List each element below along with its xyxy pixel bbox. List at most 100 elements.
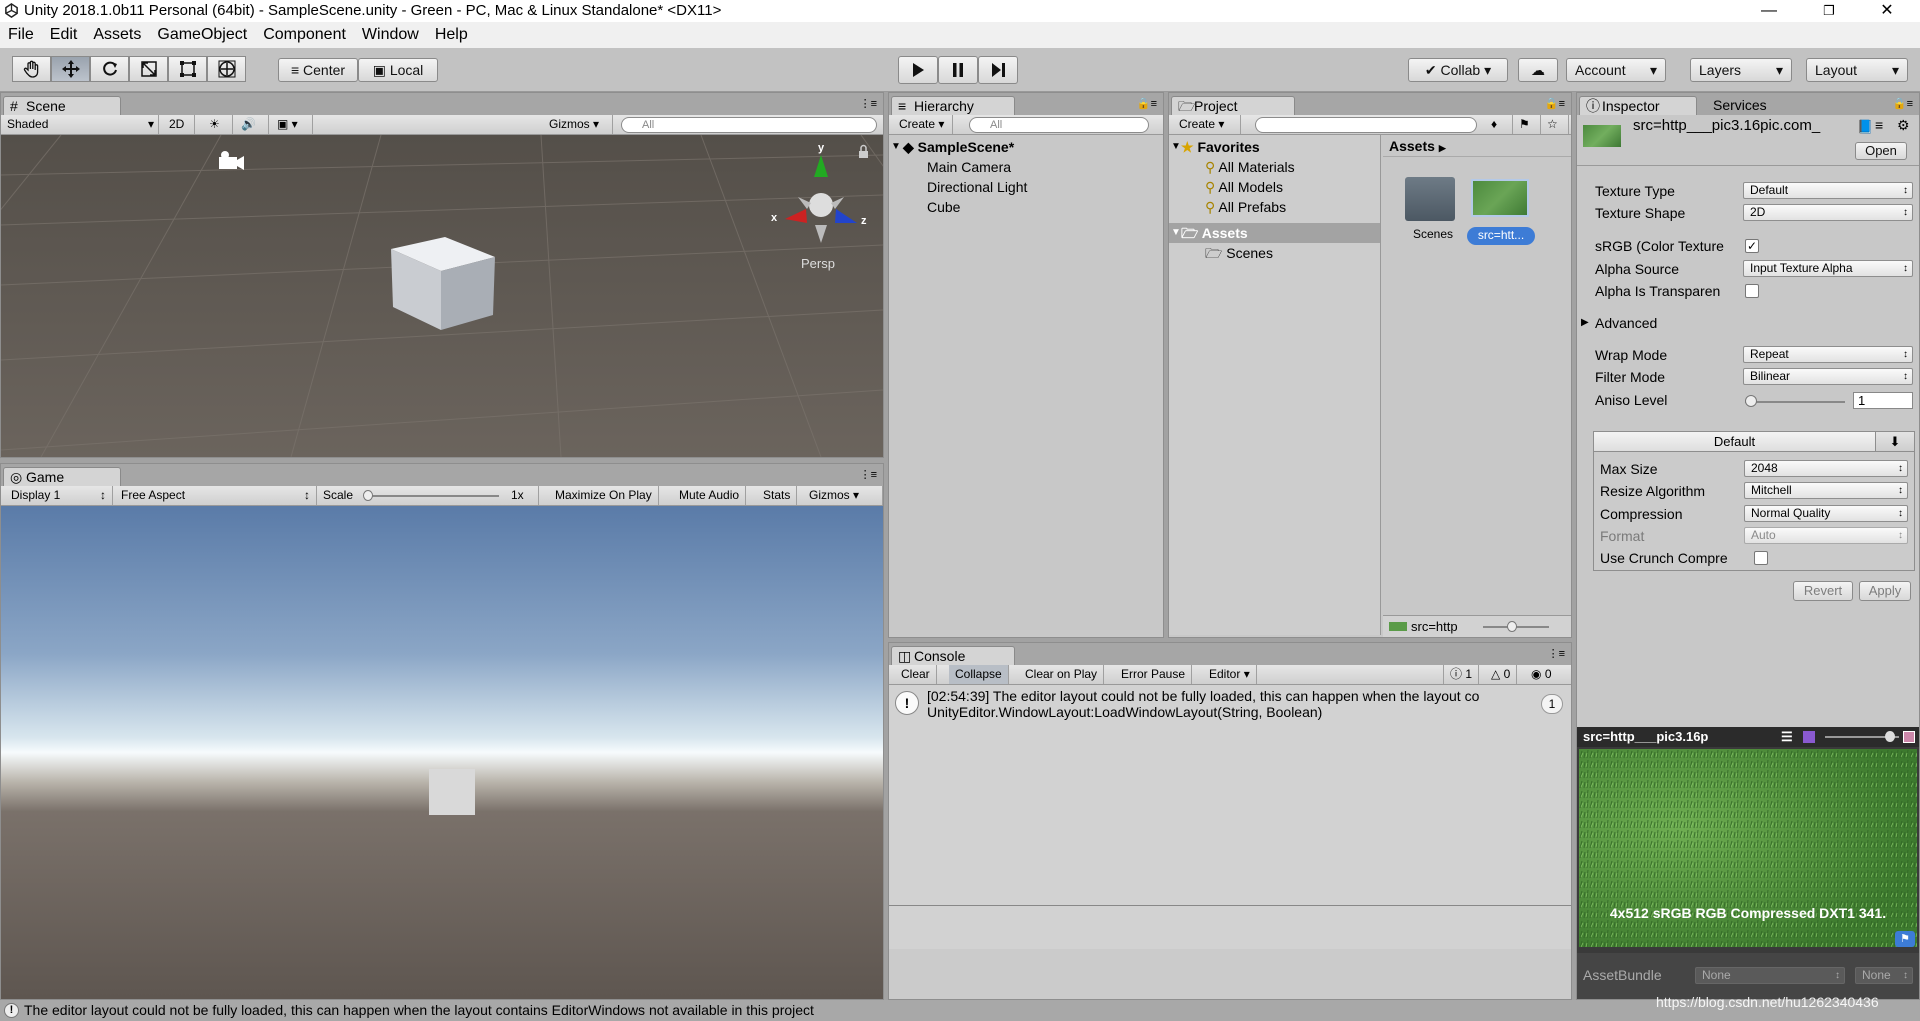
gear-icon[interactable]: ⚙ (1897, 117, 1910, 134)
platform-default-tab[interactable]: Default (1594, 432, 1876, 452)
preview-menu-icon[interactable]: ☰ (1781, 727, 1793, 747)
favorites-item[interactable]: ▼ ★ Favorites (1169, 137, 1380, 157)
texture-shape-dropdown[interactable]: 2D (1743, 204, 1913, 221)
status-bar[interactable]: ! The editor layout could not be fully l… (0, 1000, 1920, 1021)
panel-menu-icon[interactable]: ⋮≡ (1548, 647, 1565, 660)
filter-mode-dropdown[interactable]: Bilinear (1743, 368, 1913, 385)
thumbnail-size-slider[interactable] (1507, 621, 1517, 632)
menu-help[interactable]: Help (427, 22, 476, 48)
tab-scene[interactable]: # Scene (3, 96, 121, 115)
lock-icon[interactable]: 🔒≡ (1545, 97, 1565, 110)
menu-file[interactable]: File (0, 22, 42, 48)
favorite-all-materials[interactable]: ⚲ All Materials (1169, 157, 1380, 177)
apply-button[interactable]: Apply (1859, 581, 1911, 601)
display-dropdown[interactable]: Display 1 ↕ (1, 486, 113, 505)
expand-arrow-icon[interactable]: ▼ (891, 137, 901, 157)
play-button[interactable] (898, 56, 938, 84)
open-button[interactable]: Open (1855, 142, 1907, 160)
console-error-pause-toggle[interactable]: Error Pause (1115, 665, 1193, 684)
texture-type-dropdown[interactable]: Default (1743, 182, 1913, 199)
step-button[interactable] (978, 56, 1018, 84)
console-divider[interactable] (889, 905, 1571, 906)
menu-component[interactable]: Component (255, 22, 354, 48)
hierarchy-search-input[interactable]: All (969, 117, 1149, 133)
checker-toggle-icon[interactable] (1903, 731, 1915, 743)
help-book-icon[interactable]: 📘 (1857, 119, 1873, 135)
account-dropdown[interactable]: Account ▾ (1566, 58, 1666, 82)
console-clear-button[interactable]: Clear (889, 665, 937, 684)
favorite-star-icon[interactable]: ☆ (1541, 115, 1569, 134)
project-create-dropdown[interactable]: Create ▾ (1169, 115, 1241, 134)
scene-gizmos-dropdown[interactable]: Gizmos ▾ (543, 115, 613, 134)
game-viewport[interactable] (1, 506, 883, 999)
assets-folder-item[interactable]: ▼ 🗁 Assets (1169, 223, 1380, 243)
pivot-center-button[interactable]: ≡ Center (278, 58, 358, 82)
move-tool-icon[interactable] (51, 56, 90, 82)
menu-gameobject[interactable]: GameObject (149, 22, 255, 48)
maximize-on-play-toggle[interactable]: Maximize On Play (549, 486, 659, 505)
scene-root-item[interactable]: ▼ ◆ SampleScene* (891, 137, 1159, 157)
menu-window[interactable]: Window (354, 22, 427, 48)
console-collapse-toggle[interactable]: Collapse (949, 665, 1009, 684)
advanced-foldout[interactable]: ▶ Advanced (1581, 315, 1657, 331)
console-warning-filter[interactable]: △ 0 (1485, 665, 1518, 684)
revert-button[interactable]: Revert (1793, 581, 1853, 601)
minimize-icon[interactable]: — (1746, 0, 1792, 22)
mute-audio-toggle[interactable]: Mute Audio (673, 486, 747, 505)
console-clear-on-play-toggle[interactable]: Clear on Play (1019, 665, 1105, 684)
filter-label-icon[interactable]: ⚑ (1513, 115, 1541, 134)
crunch-compression-checkbox[interactable] (1754, 551, 1768, 565)
resize-algorithm-dropdown[interactable]: Mitchell (1744, 482, 1908, 499)
shading-mode-dropdown[interactable]: Shaded ▾ (1, 115, 159, 134)
console-error-filter[interactable]: ◉ 0 (1525, 665, 1558, 684)
cloud-button[interactable]: ☁ (1518, 58, 1558, 82)
project-search-input[interactable] (1255, 117, 1477, 133)
download-icon[interactable]: ⬇ (1876, 432, 1914, 452)
alpha-source-dropdown[interactable]: Input Texture Alpha (1743, 260, 1913, 277)
scenes-folder-item[interactable]: 🗁 Scenes (1169, 243, 1380, 263)
tab-project[interactable]: 🗁 Project (1171, 96, 1295, 115)
scale-tool-icon[interactable] (129, 56, 168, 82)
srgb-checkbox[interactable]: ✓ (1745, 239, 1759, 253)
scene-viewport[interactable]: y x z Persp (1, 135, 883, 457)
scenes-folder-thumbnail[interactable] (1405, 177, 1455, 221)
hierarchy-item-cube[interactable]: Cube (893, 197, 1159, 217)
pivot-local-button[interactable]: ▣ Local (358, 58, 438, 82)
lighting-toggle-icon[interactable]: ☀ (203, 115, 233, 134)
hierarchy-item-main-camera[interactable]: Main Camera (893, 157, 1159, 177)
panel-menu-icon[interactable]: ⋮≡ (860, 97, 877, 110)
console-info-filter[interactable]: ⓘ 1 (1443, 665, 1480, 684)
rect-tool-icon[interactable] (168, 56, 207, 82)
game-gizmos-dropdown[interactable]: Gizmos ▾ (803, 486, 883, 505)
pause-button[interactable] (938, 56, 978, 84)
scale-slider[interactable]: Scale 1x (317, 486, 539, 505)
collab-dropdown[interactable]: ✔ Collab ▾ (1408, 58, 1508, 82)
transform-tool-icon[interactable] (207, 56, 246, 82)
tab-game[interactable]: ◎ Game (3, 467, 121, 486)
tab-inspector[interactable]: ⓘ Inspector (1579, 96, 1697, 115)
tag-label-icon[interactable]: ⚑ (1895, 931, 1915, 947)
aniso-level-input[interactable]: 1 (1853, 392, 1913, 409)
lock-icon[interactable]: 🔒≡ (1137, 97, 1157, 110)
assetbundle-variant-dropdown[interactable]: None (1855, 967, 1913, 984)
scene-2d-toggle[interactable]: 2D (163, 115, 195, 134)
scene-search-input[interactable]: All (621, 117, 877, 133)
slider-thumb[interactable] (363, 490, 373, 501)
hierarchy-item-directional-light[interactable]: Directional Light (893, 177, 1159, 197)
max-size-dropdown[interactable]: 2048 (1744, 460, 1908, 477)
aspect-dropdown[interactable]: Free Aspect ↕ (113, 486, 317, 505)
restore-icon[interactable]: ❐ (1806, 0, 1852, 22)
close-icon[interactable]: ✕ (1864, 0, 1910, 22)
panel-menu-icon[interactable]: ⋮≡ (860, 468, 877, 481)
menu-edit[interactable]: Edit (42, 22, 86, 48)
alpha-transparency-checkbox[interactable] (1745, 284, 1759, 298)
favorite-all-prefabs[interactable]: ⚲ All Prefabs (1169, 197, 1380, 217)
layout-dropdown[interactable]: Layout ▾ (1806, 58, 1908, 82)
effects-dropdown-icon[interactable]: ▣ ▾ (271, 115, 313, 134)
layers-dropdown[interactable]: Layers ▾ (1690, 58, 1792, 82)
hierarchy-create-dropdown[interactable]: Create ▾ (889, 115, 953, 134)
rotate-tool-icon[interactable] (90, 56, 129, 82)
compression-dropdown[interactable]: Normal Quality (1744, 505, 1908, 522)
texture-thumbnail[interactable] (1471, 179, 1529, 217)
assetbundle-dropdown[interactable]: None (1695, 967, 1845, 984)
